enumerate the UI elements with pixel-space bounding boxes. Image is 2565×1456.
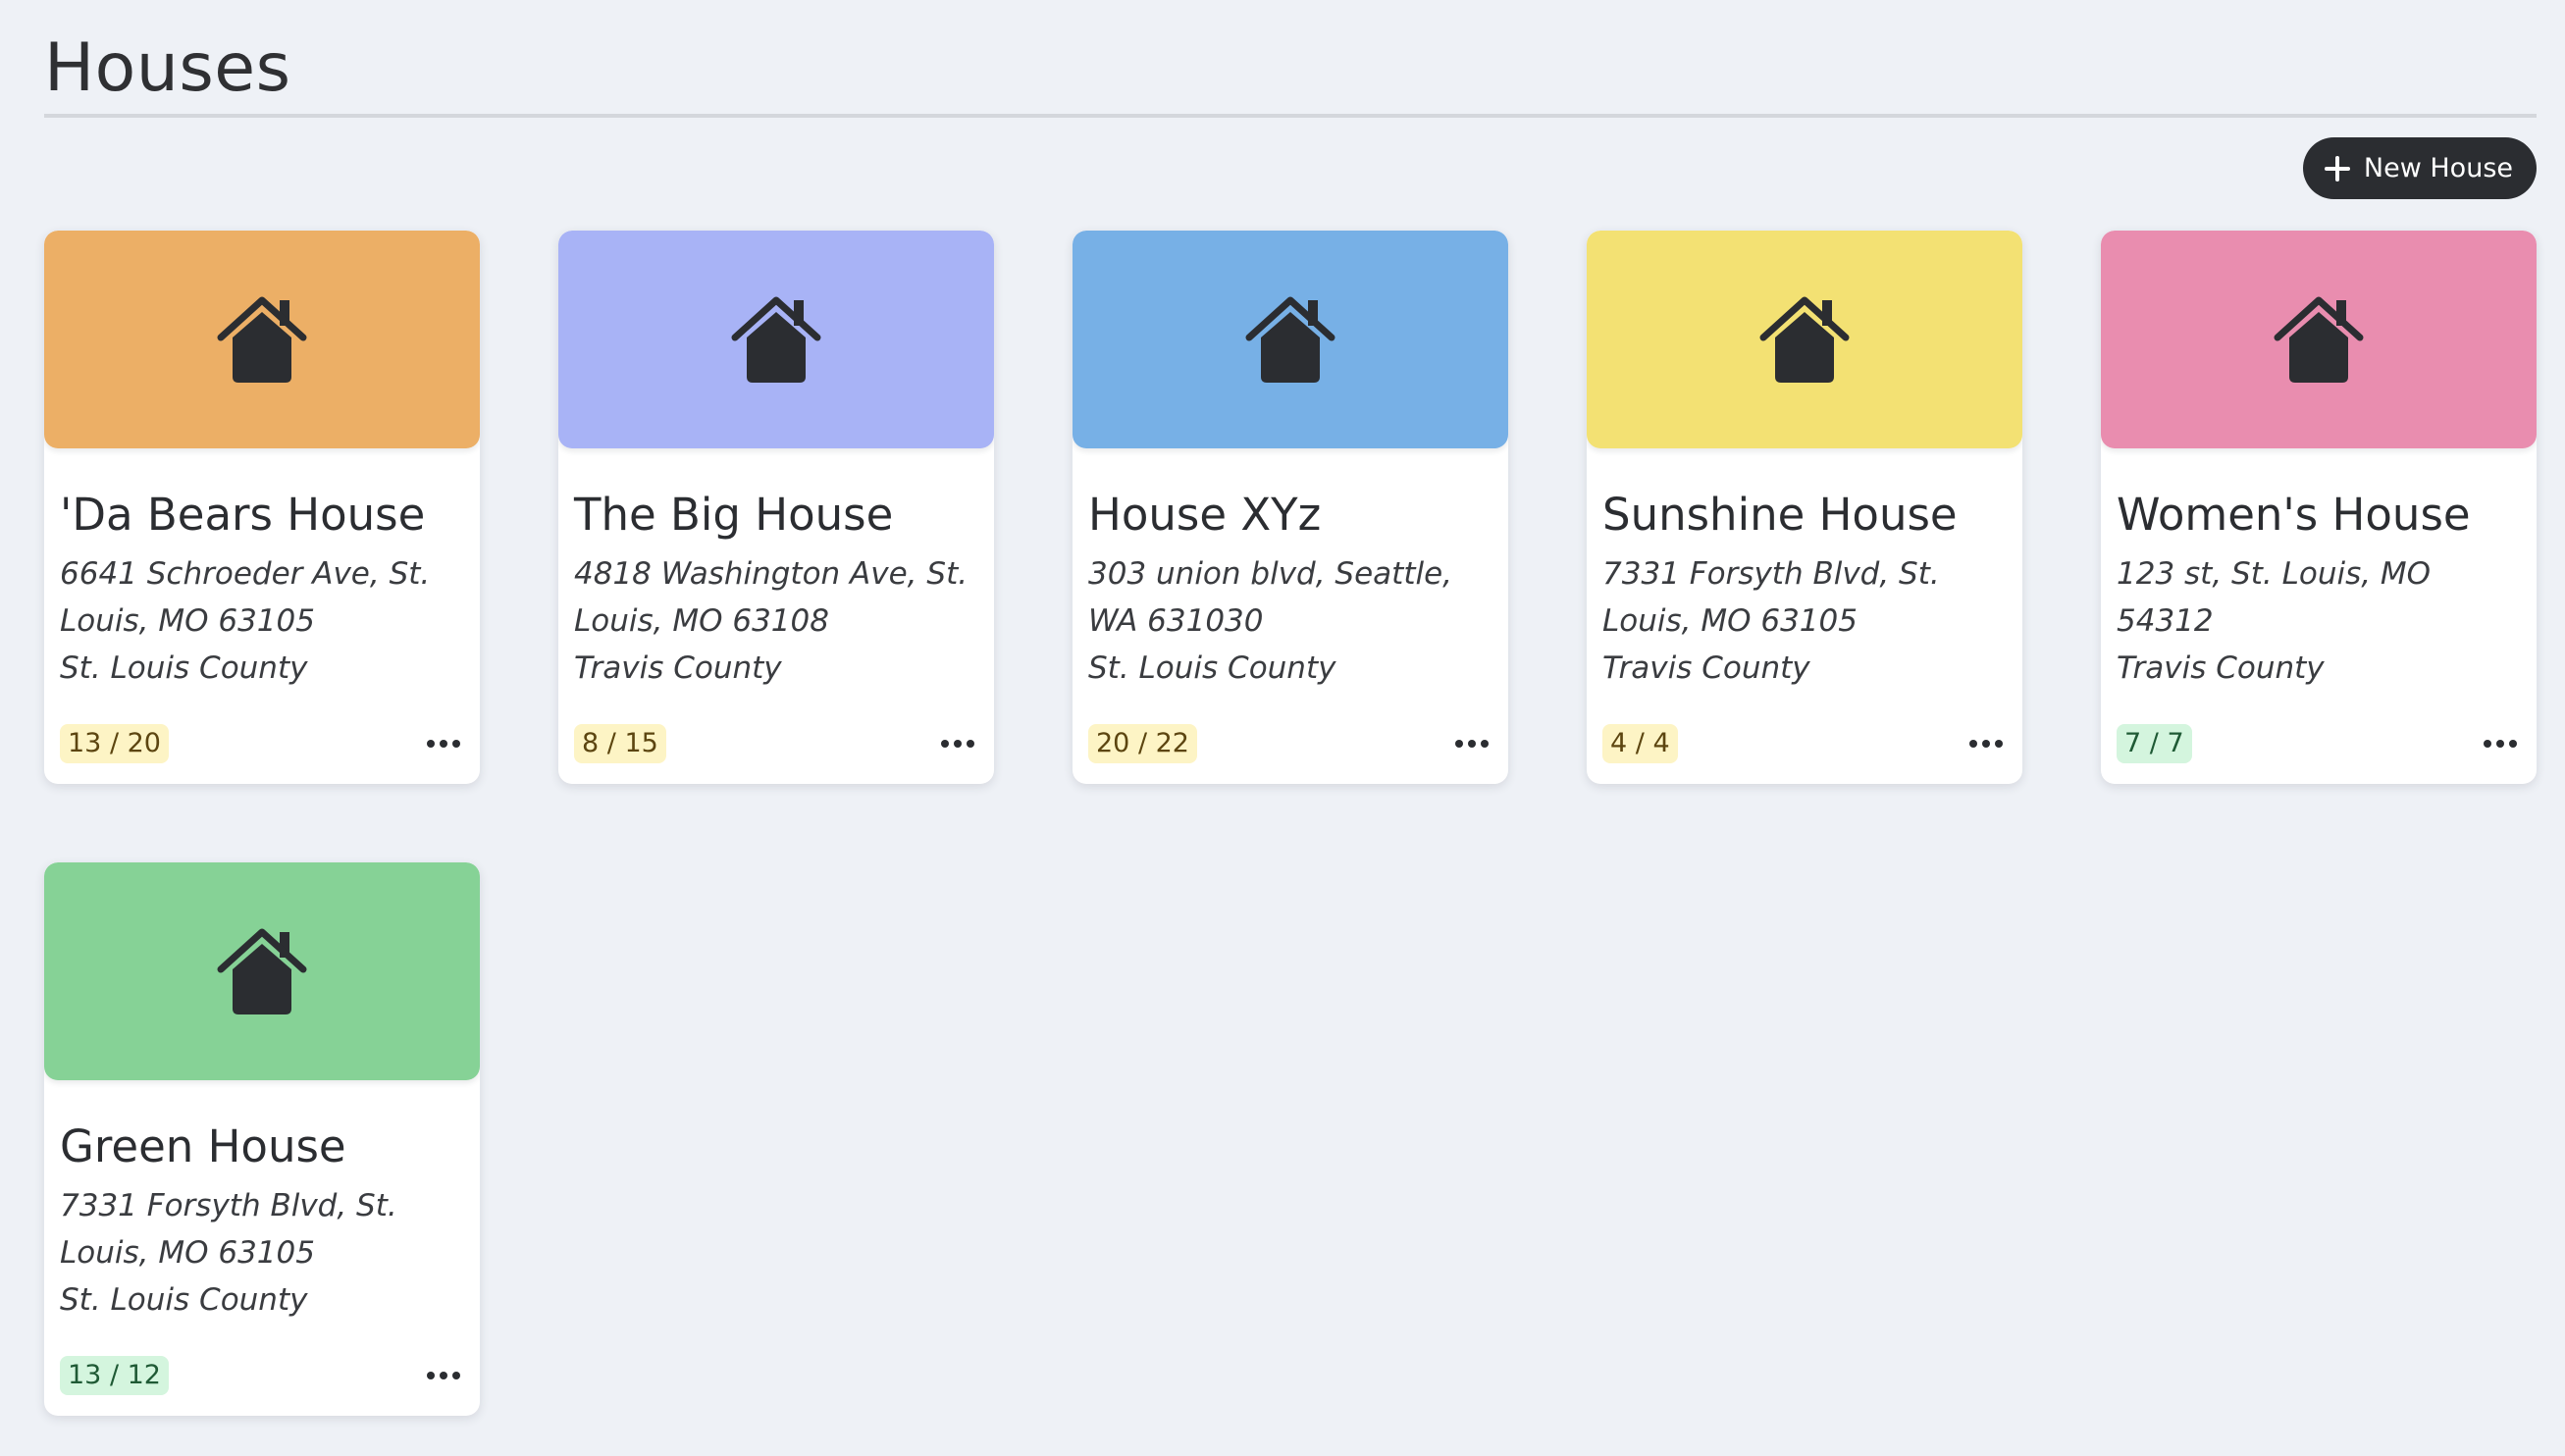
more-options-button[interactable] (419, 1364, 460, 1387)
house-card-body: Green House 7331 Forsyth Blvd, St. Louis… (44, 1118, 480, 1324)
house-address: 6641 Schroeder Ave, St. Louis, MO 63105 (60, 556, 431, 639)
house-card-body: Sunshine House 7331 Forsyth Blvd, St. Lo… (1587, 486, 2022, 692)
house-county: Travis County (574, 650, 782, 686)
house-card[interactable]: Green House 7331 Forsyth Blvd, St. Louis… (44, 862, 480, 1416)
house-card-banner (2101, 231, 2537, 448)
house-card-body: The Big House 4818 Washington Ave, St. L… (558, 486, 994, 692)
more-horizontal-icon (941, 740, 974, 748)
house-county: St. Louis County (60, 650, 308, 686)
house-address: 303 union blvd, Seattle, WA 631030 (1088, 556, 1453, 639)
house-icon (1241, 294, 1339, 385)
house-address: 123 st, St. Louis, MO 54312 (2117, 556, 2432, 639)
house-card-footer: 20 / 22 (1088, 723, 1489, 764)
house-card[interactable]: The Big House 4818 Washington Ave, St. L… (558, 231, 994, 784)
occupancy-badge: 13 / 20 (60, 724, 169, 763)
occupancy-badge: 4 / 4 (1602, 724, 1678, 763)
house-county: Travis County (2117, 650, 2325, 686)
more-options-button[interactable] (1962, 732, 2003, 755)
more-options-button[interactable] (2476, 732, 2517, 755)
more-options-button[interactable] (933, 732, 974, 755)
page-title: Houses (44, 29, 291, 107)
more-options-button[interactable] (419, 732, 460, 755)
house-icon (213, 294, 311, 385)
occupancy-badge: 20 / 22 (1088, 724, 1197, 763)
house-icon (1755, 294, 1854, 385)
house-card[interactable]: House XYz 303 union blvd, Seattle, WA 63… (1073, 231, 1508, 784)
more-horizontal-icon (1969, 740, 2003, 748)
house-card-banner (1587, 231, 2022, 448)
house-county: St. Louis County (60, 1282, 308, 1318)
house-card-footer: 8 / 15 (574, 723, 974, 764)
house-card-footer: 13 / 20 (60, 723, 460, 764)
house-name: 'Da Bears House (60, 489, 426, 541)
more-horizontal-icon (2484, 740, 2517, 748)
house-grid: 'Da Bears House 6641 Schroeder Ave, St. … (44, 231, 2537, 1416)
house-card-footer: 7 / 7 (2117, 723, 2517, 764)
more-options-button[interactable] (1447, 732, 1489, 755)
house-address: 4818 Washington Ave, St. Louis, MO 63108 (574, 556, 968, 639)
house-icon (2270, 294, 2368, 385)
houses-page: Houses New House 'Da Bears House 6641 Sc… (44, 0, 2537, 1416)
house-county: Travis County (1602, 650, 1810, 686)
more-horizontal-icon (427, 740, 460, 748)
house-card[interactable]: 'Da Bears House 6641 Schroeder Ave, St. … (44, 231, 480, 784)
occupancy-badge: 7 / 7 (2117, 724, 2192, 763)
house-card-footer: 4 / 4 (1602, 723, 2003, 764)
house-card-banner (44, 231, 480, 448)
house-name: The Big House (574, 489, 894, 541)
house-card-banner (558, 231, 994, 448)
house-card[interactable]: Sunshine House 7331 Forsyth Blvd, St. Lo… (1587, 231, 2022, 784)
house-name: Women's House (2117, 489, 2471, 541)
new-house-label: New House (2363, 153, 2513, 183)
house-address: 7331 Forsyth Blvd, St. Louis, MO 63105 (1602, 556, 1940, 639)
new-house-button[interactable]: New House (2302, 137, 2537, 199)
house-card-footer: 13 / 12 (60, 1355, 460, 1396)
house-card-body: House XYz 303 union blvd, Seattle, WA 63… (1073, 486, 1508, 692)
more-horizontal-icon (1455, 740, 1489, 748)
house-name: House XYz (1088, 489, 1322, 541)
plus-icon (2324, 155, 2350, 182)
house-icon (727, 294, 825, 385)
house-card[interactable]: Women's House 123 st, St. Louis, MO 5431… (2101, 231, 2537, 784)
house-address: 7331 Forsyth Blvd, St. Louis, MO 63105 (60, 1188, 397, 1271)
house-icon (213, 926, 311, 1016)
house-name: Sunshine House (1602, 489, 1958, 541)
house-card-banner (1073, 231, 1508, 448)
house-county: St. Louis County (1088, 650, 1336, 686)
house-name: Green House (60, 1120, 346, 1172)
house-card-body: 'Da Bears House 6641 Schroeder Ave, St. … (44, 486, 480, 692)
toolbar: New House (44, 118, 2537, 231)
occupancy-badge: 13 / 12 (60, 1356, 169, 1395)
more-horizontal-icon (427, 1372, 460, 1379)
occupancy-badge: 8 / 15 (574, 724, 666, 763)
house-card-body: Women's House 123 st, St. Louis, MO 5431… (2101, 486, 2537, 692)
house-card-banner (44, 862, 480, 1080)
